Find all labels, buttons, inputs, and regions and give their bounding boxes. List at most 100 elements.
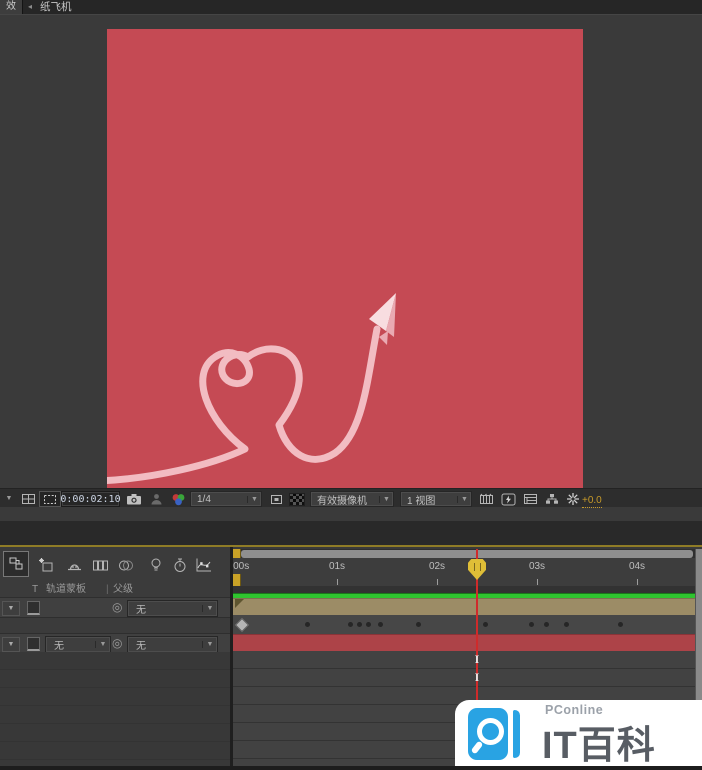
layer-2-trkmat-value: 无: [46, 637, 95, 652]
fast-previews-button[interactable]: [498, 491, 519, 507]
rgb-channels-icon: [171, 493, 186, 506]
graph-editor-icon: [195, 557, 213, 573]
layer-2-parent-dropdown[interactable]: 无 ▼: [127, 636, 218, 653]
layer-1-expander[interactable]: ▼: [2, 601, 20, 616]
timeline-icon: [523, 493, 538, 505]
motion-blur-button[interactable]: [114, 553, 138, 577]
region-of-interest-button[interactable]: [39, 491, 61, 507]
collapse-panel-icon[interactable]: ◂: [25, 0, 35, 14]
view-layout-dropdown[interactable]: 1 视图 ▼: [400, 491, 472, 507]
keyframe-dot[interactable]: [348, 622, 353, 627]
layer-1-duration-bar[interactable]: [233, 598, 695, 616]
reset-exposure-button[interactable]: [563, 491, 582, 507]
layer-2-parent-value: 无: [128, 637, 202, 652]
paper-plane-artwork: [107, 29, 583, 488]
layer-2-trkmat-dropdown[interactable]: 无 ▼: [45, 636, 111, 653]
watermark-title-text: IT百科: [542, 714, 656, 769]
panel-tab-bar: 效 ◂ 纸飞机: [0, 0, 702, 15]
monitor-icon: [270, 494, 283, 505]
show-channel-button[interactable]: [167, 491, 189, 507]
camera-icon: [126, 493, 142, 505]
keyframe-dot[interactable]: [366, 622, 371, 627]
ruler-label: 03s: [529, 561, 545, 572]
keyframe-dot[interactable]: [305, 622, 310, 627]
pixel-aspect-icon: [479, 493, 494, 505]
keyframe-dot[interactable]: [378, 622, 383, 627]
comp-flowchart-button[interactable]: [542, 491, 561, 507]
draft-3d-icon: [38, 557, 55, 574]
keyframe-dot[interactable]: [483, 622, 488, 627]
graph-editor-button[interactable]: [192, 553, 216, 577]
ruler-tick: [337, 579, 338, 585]
layer-1-parent-value: 无: [128, 601, 202, 616]
composition-name-tab[interactable]: 纸飞机: [40, 0, 72, 14]
playhead-ibeam-mark: I: [475, 671, 480, 683]
column-trkmat-label[interactable]: 轨道蒙板: [46, 583, 86, 597]
keyframe-diamond[interactable]: [235, 618, 249, 632]
magnification-value: 1/4: [191, 494, 247, 505]
flowchart-icon: [545, 493, 559, 505]
time-ruler[interactable]: 0:00s01s02s03s04s: [233, 558, 702, 587]
tab-effect-controls[interactable]: 效: [0, 0, 23, 14]
hide-shy-layers-button[interactable]: [62, 553, 86, 577]
panel-menu-arrow-icon[interactable]: ▼: [3, 491, 15, 505]
keyframe-dot[interactable]: [416, 622, 421, 627]
transparency-grid-button[interactable]: [287, 491, 307, 507]
layer-2-pick-whip-icon[interactable]: ◎: [112, 635, 122, 652]
auto-keyframe-button[interactable]: [168, 553, 192, 577]
frame-blending-button[interactable]: [88, 553, 112, 577]
composition-canvas[interactable]: [107, 29, 583, 488]
keyframe-dot[interactable]: [544, 622, 549, 627]
layer-2-expander[interactable]: ▼: [2, 637, 20, 652]
stopwatch-icon: [172, 557, 188, 574]
3d-view-dropdown[interactable]: 有效摄像机 ▼: [310, 491, 394, 507]
grid-and-guides-button[interactable]: [17, 491, 39, 507]
keyframe-dot[interactable]: [529, 622, 534, 627]
ruler-label: 02s: [429, 561, 445, 572]
layer-1-checkbox[interactable]: [27, 601, 40, 615]
ruler-tick: [637, 579, 638, 585]
layer-in-point-notch: [235, 599, 244, 608]
keyframe-dot[interactable]: [564, 622, 569, 627]
paper-plane-tail-fold: [379, 331, 388, 345]
view-layout-value: 1 视图: [401, 492, 457, 507]
column-parent-label[interactable]: 父级: [113, 583, 133, 597]
viewer-toolbar: ▼ 0:00:02:10 1/4: [0, 488, 702, 507]
keyframe-dot[interactable]: [357, 622, 362, 627]
chevron-down-icon: ▼: [247, 496, 261, 503]
resolution-toggle-button[interactable]: [266, 491, 286, 507]
layer-1-pick-whip-icon[interactable]: ◎: [112, 599, 122, 616]
timeline-column-header: T 轨道蒙板 | 父级: [0, 582, 230, 598]
layer-1-parent-dropdown[interactable]: 无 ▼: [127, 600, 218, 617]
layer-2-duration-bar[interactable]: [233, 634, 695, 652]
keyframe-dot[interactable]: [618, 622, 623, 627]
timeline-panel-button[interactable]: [520, 491, 541, 507]
keyframe-track[interactable]: [233, 615, 702, 635]
checkerboard-icon: [289, 493, 305, 506]
magnifier-icon: [477, 718, 504, 745]
exposure-value[interactable]: +0.0: [582, 493, 602, 508]
live-update-button[interactable]: [144, 553, 168, 577]
motion-blur-icon: [117, 558, 135, 573]
playhead-ibeam-mark: I: [475, 653, 480, 665]
chevron-down-icon: ▼: [202, 605, 217, 612]
draft-3d-button[interactable]: [34, 553, 58, 577]
pixel-aspect-correction-button[interactable]: [476, 491, 497, 507]
comp-mini-flowchart-button[interactable]: [3, 551, 29, 577]
ruler-label: 04s: [629, 561, 645, 572]
chevron-down-icon: ▼: [457, 496, 471, 503]
exposure-star-icon: [566, 492, 580, 506]
take-snapshot-button[interactable]: [122, 491, 145, 507]
panel-gap: [0, 521, 702, 545]
3d-view-value: 有效摄像机: [311, 492, 379, 507]
column-divider: |: [106, 583, 109, 597]
current-time-display[interactable]: 0:00:02:10: [61, 491, 120, 507]
magnifier-handle: [471, 741, 484, 755]
layer-2-checkbox[interactable]: [27, 637, 40, 651]
comp-button-icon: [8, 556, 24, 572]
horizontal-scrollbar[interactable]: [241, 550, 693, 558]
magnification-dropdown[interactable]: 1/4 ▼: [190, 491, 262, 507]
chevron-down-icon: ▼: [95, 641, 110, 648]
layer-row-2-controls: ▼ 无 ▼ ◎ 无 ▼: [0, 633, 230, 654]
show-last-snapshot-button[interactable]: [146, 491, 166, 507]
